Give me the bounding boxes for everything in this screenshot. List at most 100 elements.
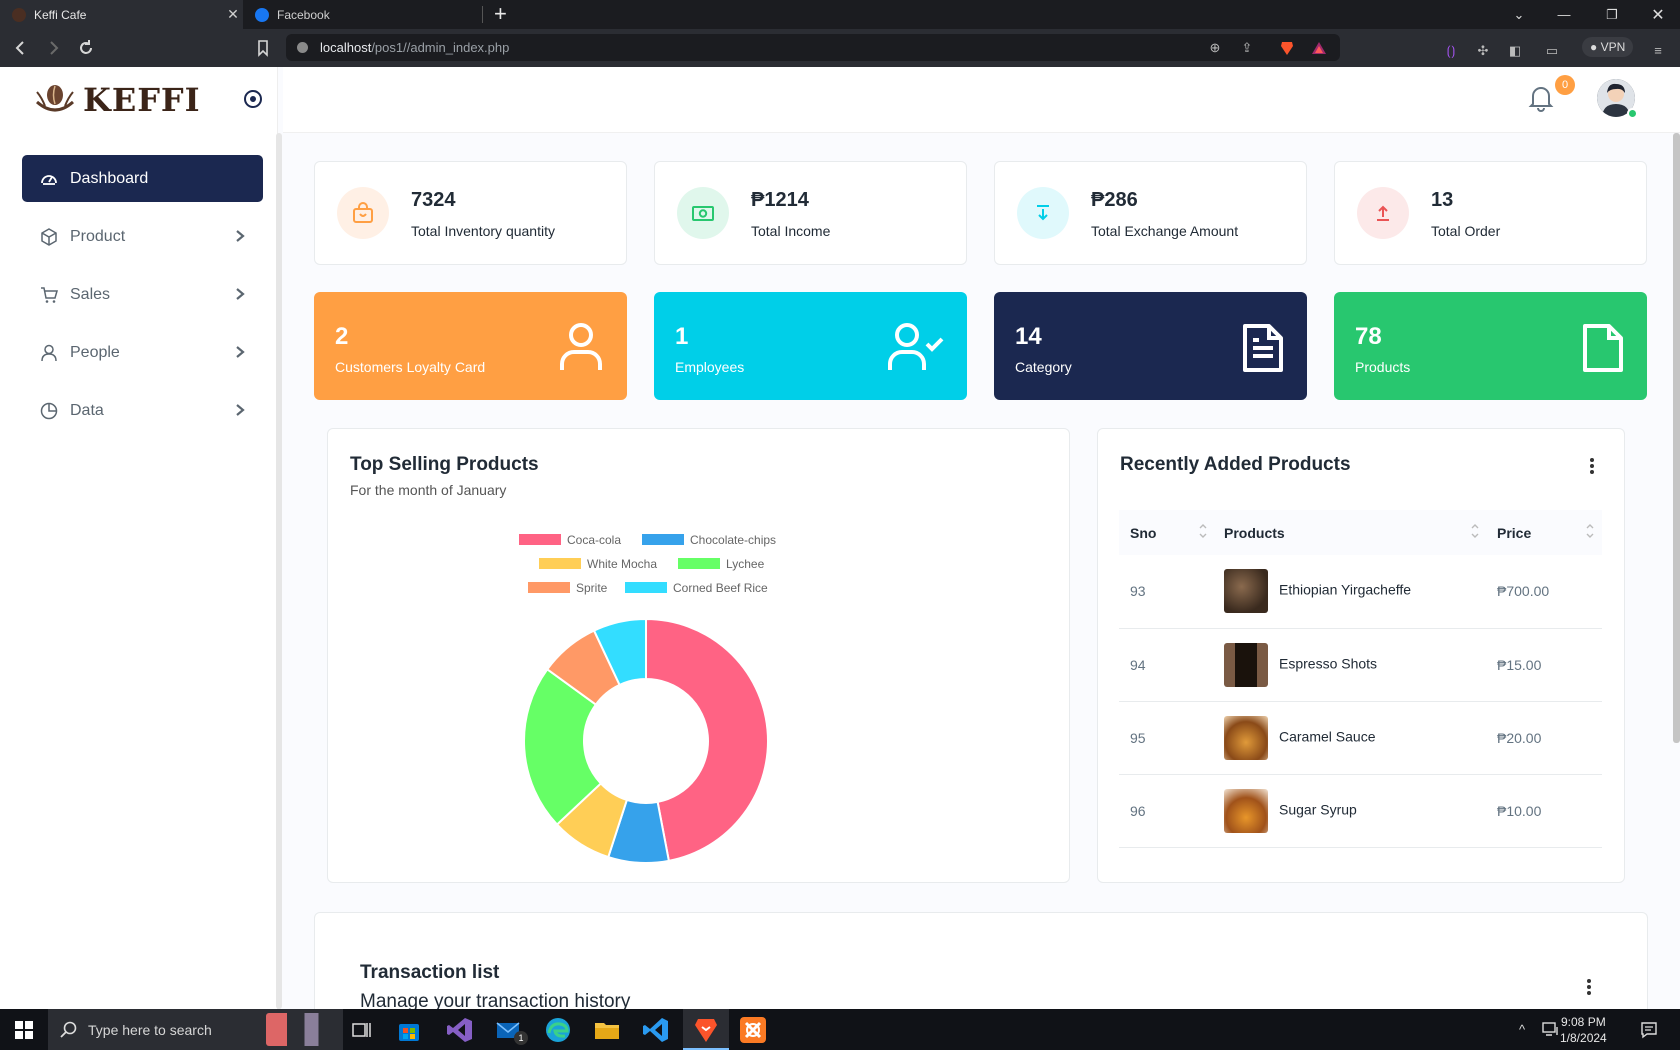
legend-swatch [642, 534, 684, 545]
table-header-row: Sno Products Price [1119, 510, 1602, 555]
product-cell[interactable]: Caramel Sauce [1214, 701, 1495, 775]
product-name: Espresso Shots [1279, 655, 1378, 672]
notification-bell-icon[interactable] [1528, 84, 1554, 112]
new-tab-button[interactable]: + [494, 2, 507, 26]
legend-item[interactable]: Chocolate-chips [642, 533, 776, 547]
legend-item[interactable]: Coca-cola [519, 533, 621, 547]
download-icon [1037, 205, 1049, 221]
taskbar-search-box[interactable]: Type here to search [48, 1009, 343, 1050]
chevron-right-icon [236, 230, 245, 242]
minimize-button[interactable]: — [1542, 0, 1586, 29]
product-cell[interactable]: Sugar Syrup [1214, 774, 1495, 848]
user-icon [560, 323, 602, 370]
product-cell[interactable]: Espresso Shots [1214, 628, 1495, 702]
sort-icon[interactable] [1470, 521, 1480, 541]
close-tab-icon[interactable]: ✕ [223, 6, 243, 23]
count-card-category[interactable]: 14 Category [994, 292, 1307, 400]
sidebar-item-product[interactable]: Product [22, 213, 263, 260]
xampp-icon[interactable] [738, 1015, 768, 1045]
file-explorer-icon[interactable] [592, 1015, 622, 1045]
edge-browser-icon[interactable] [543, 1015, 573, 1045]
stat-value: ₱1214 [751, 189, 809, 211]
column-header-price[interactable]: Price [1495, 510, 1602, 555]
sidebar-collapse-toggle[interactable] [243, 89, 263, 109]
column-header-products[interactable]: Products [1214, 510, 1495, 555]
system-tray-chevron-icon[interactable]: ^ [1519, 1022, 1525, 1037]
legend-item[interactable]: Corned Beef Rice [625, 581, 768, 595]
extensions-icon[interactable]: ✣ [1475, 43, 1491, 59]
brave-rewards-icon[interactable] [1311, 40, 1327, 56]
sidebar-item-people[interactable]: People [22, 329, 263, 376]
sidebar-scrollbar[interactable] [276, 133, 282, 1009]
tab-facebook[interactable]: Facebook [243, 0, 483, 29]
wallet-icon[interactable]: ▭ [1544, 43, 1560, 59]
sort-icon[interactable] [1198, 521, 1208, 541]
task-view-icon[interactable] [346, 1015, 376, 1045]
network-icon[interactable] [1542, 1021, 1560, 1037]
notification-center-icon[interactable] [1640, 1021, 1658, 1039]
zoom-icon[interactable]: ⊕ [1207, 40, 1223, 56]
more-options-icon[interactable] [1586, 978, 1592, 996]
donut-slice-coca-cola[interactable] [645, 617, 769, 863]
product-cell[interactable]: Ethiopian Yirgacheffe [1214, 555, 1495, 629]
back-button[interactable] [11, 38, 31, 58]
legend-label: Corned Beef Rice [673, 581, 768, 595]
windows-start-icon[interactable] [15, 1021, 33, 1039]
bookmark-icon[interactable] [253, 38, 273, 58]
page-scrollbar[interactable] [1673, 133, 1680, 743]
more-options-icon[interactable] [1589, 457, 1595, 475]
cafe-favicon-icon [12, 7, 26, 22]
sort-icon[interactable] [1585, 521, 1595, 541]
share-icon[interactable]: ⇪ [1239, 40, 1255, 56]
product-name: Caramel Sauce [1279, 728, 1376, 745]
top-selling-donut-chart [523, 617, 769, 864]
count-card-products[interactable]: 78 Products [1334, 292, 1647, 400]
table-row[interactable]: 96 Sugar Syrup ₱10.00 [1119, 774, 1602, 848]
product-thumbnail-syrup [1224, 788, 1268, 833]
mail-icon[interactable]: 1 [494, 1015, 528, 1045]
product-name: Ethiopian Yirgacheffe [1279, 581, 1412, 598]
box-icon [41, 227, 57, 246]
stat-icon-wrap [1017, 187, 1069, 239]
system-clock[interactable]: 9:08 PM 1/8/2024 [1560, 1014, 1607, 1046]
count-card-loyalty[interactable]: 2 Customers Loyalty Card [314, 292, 627, 400]
cash-icon [692, 206, 714, 221]
site-info-icon[interactable] [297, 42, 308, 53]
reload-button[interactable] [76, 38, 96, 58]
tab-keffi-cafe[interactable]: Keffi Cafe ✕ [0, 0, 243, 29]
brave-taskbar-icon[interactable] [683, 1009, 729, 1050]
vpn-button[interactable]: ● VPN [1582, 37, 1634, 57]
table-row[interactable]: 95 Caramel Sauce ₱20.00 [1119, 701, 1602, 775]
table-row[interactable]: 93 Ethiopian Yirgacheffe ₱700.00 [1119, 555, 1602, 629]
legend-item[interactable]: Sprite [528, 581, 607, 595]
visual-studio-icon[interactable] [445, 1015, 475, 1045]
menu-icon[interactable]: ≡ [1650, 43, 1666, 59]
vscode-icon[interactable] [641, 1015, 671, 1045]
sidebar-item-dashboard[interactable]: Dashboard [22, 155, 263, 202]
stat-label: Total Inventory quantity [411, 223, 555, 239]
leo-ai-icon[interactable]: ⟮⟯ [1443, 43, 1459, 59]
sidebar-item-label: Product [70, 227, 126, 245]
sidebar-toggle-icon[interactable]: ◧ [1507, 43, 1523, 59]
address-bar[interactable]: localhost/pos1//admin_index.php ⊕ ⇪ [286, 34, 1340, 61]
product-thumbnail-coffee-beans [1224, 569, 1268, 614]
tab-divider [482, 6, 483, 23]
restore-button[interactable]: ❐ [1590, 0, 1634, 29]
search-highlight-image [266, 1013, 336, 1046]
forward-button[interactable] [43, 38, 63, 58]
brave-shields-icon[interactable] [1279, 40, 1295, 56]
column-header-sno[interactable]: Sno [1119, 510, 1214, 555]
sidebar-item-data[interactable]: Data [22, 387, 263, 434]
table-row[interactable]: 94 Espresso Shots ₱15.00 [1119, 628, 1602, 702]
legend-item[interactable]: White Mocha [539, 557, 657, 571]
brand-logo[interactable]: KEFFI [33, 81, 201, 119]
count-card-employees[interactable]: 1 Employees [654, 292, 967, 400]
sidebar-item-label: People [70, 343, 120, 361]
browser-tab-bar: Keffi Cafe ✕ Facebook + ⌄ — ❐ ✕ [0, 0, 1680, 29]
sidebar-item-sales[interactable]: Sales [22, 271, 263, 318]
close-window-button[interactable]: ✕ [1636, 0, 1680, 29]
tab-list-chevron-icon[interactable]: ⌄ [1497, 0, 1541, 29]
microsoft-store-icon[interactable] [394, 1015, 424, 1045]
chevron-right-icon [236, 404, 245, 416]
legend-item[interactable]: Lychee [678, 557, 764, 571]
